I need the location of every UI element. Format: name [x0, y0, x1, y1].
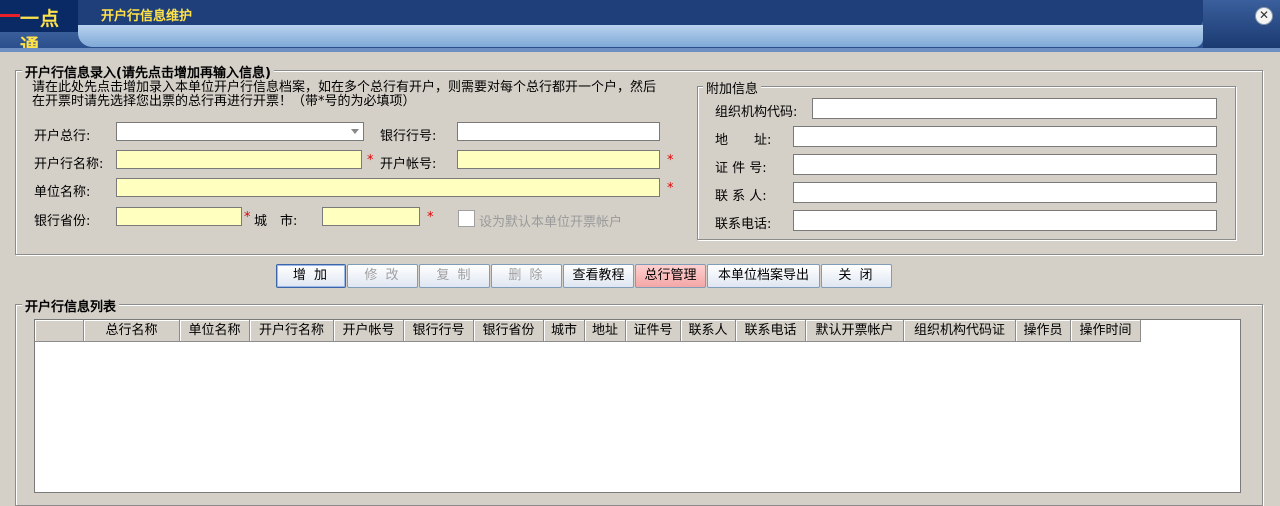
edit-button[interactable]: 修 改: [347, 264, 418, 288]
logo-dash: [0, 14, 20, 17]
default-account-label: 设为默认本单位开票帐户: [479, 215, 623, 230]
bank-name-label: 开户行名称:: [34, 157, 104, 172]
required-mark: *: [244, 210, 251, 225]
tutorial-button[interactable]: 查看教程: [563, 264, 634, 288]
extra-group-legend: 附加信息: [703, 78, 762, 97]
column-header[interactable]: 银行省份: [474, 320, 544, 342]
city-input[interactable]: [322, 207, 420, 226]
app-logo: 一点通: [0, 0, 78, 48]
unit-name-label: 单位名称:: [34, 185, 91, 200]
id-no-label: 证 件 号:: [715, 161, 767, 176]
entry-instructions: 请在此处先点击增加录入本单位开户行信息档案，如在多个总行有开户，则需要对每个总行…: [32, 80, 657, 109]
contact-input[interactable]: [793, 182, 1217, 203]
column-header[interactable]: 组织机构代码证: [904, 320, 1016, 342]
bank-name-input[interactable]: [116, 150, 362, 169]
window-title: 开户行信息维护: [101, 9, 193, 24]
head-bank-management-button[interactable]: 总行管理: [635, 264, 706, 288]
title-stripe: [78, 25, 1203, 47]
bank-list-table[interactable]: 总行名称 单位名称 开户行名称 开户帐号 银行行号 银行省份 城市 地址 证件号…: [34, 319, 1241, 493]
column-header[interactable]: 操作时间: [1071, 320, 1141, 342]
bank-code-label: 银行行号:: [380, 129, 437, 144]
title-bar: 一点通 开户行信息维护 ✕: [0, 0, 1280, 48]
default-account-checkbox[interactable]: [458, 210, 475, 227]
close-icon[interactable]: ✕: [1255, 7, 1273, 25]
column-header[interactable]: 地址: [585, 320, 626, 342]
delete-button[interactable]: 删 除: [491, 264, 562, 288]
org-code-input[interactable]: [812, 98, 1217, 119]
column-header[interactable]: 证件号: [626, 320, 681, 342]
province-label: 银行省份:: [34, 214, 91, 229]
logo-text: 一点通: [20, 8, 61, 48]
copy-button[interactable]: 复 制: [419, 264, 490, 288]
account-no-input[interactable]: [457, 150, 660, 169]
column-header[interactable]: 开户行名称: [250, 320, 334, 342]
column-header[interactable]: 默认开票帐户: [806, 320, 904, 342]
city-label: 城 市:: [254, 214, 298, 229]
column-header[interactable]: 联系人: [681, 320, 736, 342]
head-bank-select[interactable]: [116, 122, 364, 141]
table-header: 总行名称 单位名称 开户行名称 开户帐号 银行行号 银行省份 城市 地址 证件号…: [35, 320, 1141, 342]
required-mark: *: [667, 181, 674, 196]
column-header[interactable]: 单位名称: [180, 320, 250, 342]
export-button[interactable]: 本单位档案导出: [707, 264, 820, 288]
column-header[interactable]: 城市: [544, 320, 585, 342]
province-input[interactable]: [116, 207, 242, 226]
contact-label: 联 系 人:: [715, 189, 767, 204]
required-mark: *: [667, 153, 674, 168]
title-underline: [0, 48, 1280, 52]
column-header[interactable]: 开户帐号: [334, 320, 404, 342]
required-mark: *: [427, 210, 434, 225]
column-header[interactable]: 操作员: [1016, 320, 1071, 342]
address-input[interactable]: [793, 126, 1217, 147]
chevron-down-icon[interactable]: [351, 129, 359, 134]
phone-input[interactable]: [793, 210, 1217, 231]
id-no-input[interactable]: [793, 154, 1217, 175]
close-button[interactable]: 关 闭: [821, 264, 892, 288]
account-no-label: 开户帐号:: [380, 157, 437, 172]
head-bank-label: 开户总行:: [34, 129, 91, 144]
entry-group-legend: 开户行信息录入(请先点击增加再输入信息): [22, 62, 274, 81]
bank-code-input[interactable]: [457, 122, 660, 141]
phone-label: 联系电话:: [715, 217, 772, 232]
address-label: 地 址:: [715, 133, 772, 148]
column-header-indicator[interactable]: [35, 320, 84, 342]
column-header[interactable]: 银行行号: [404, 320, 474, 342]
add-button[interactable]: 增 加: [276, 264, 346, 288]
org-code-label: 组织机构代码:: [715, 105, 798, 120]
required-mark: *: [367, 153, 374, 168]
title-tab: [78, 0, 1203, 26]
column-header[interactable]: 联系电话: [736, 320, 806, 342]
unit-name-input[interactable]: [116, 178, 660, 197]
list-group-legend: 开户行信息列表: [22, 296, 120, 315]
column-header[interactable]: 总行名称: [84, 320, 180, 342]
